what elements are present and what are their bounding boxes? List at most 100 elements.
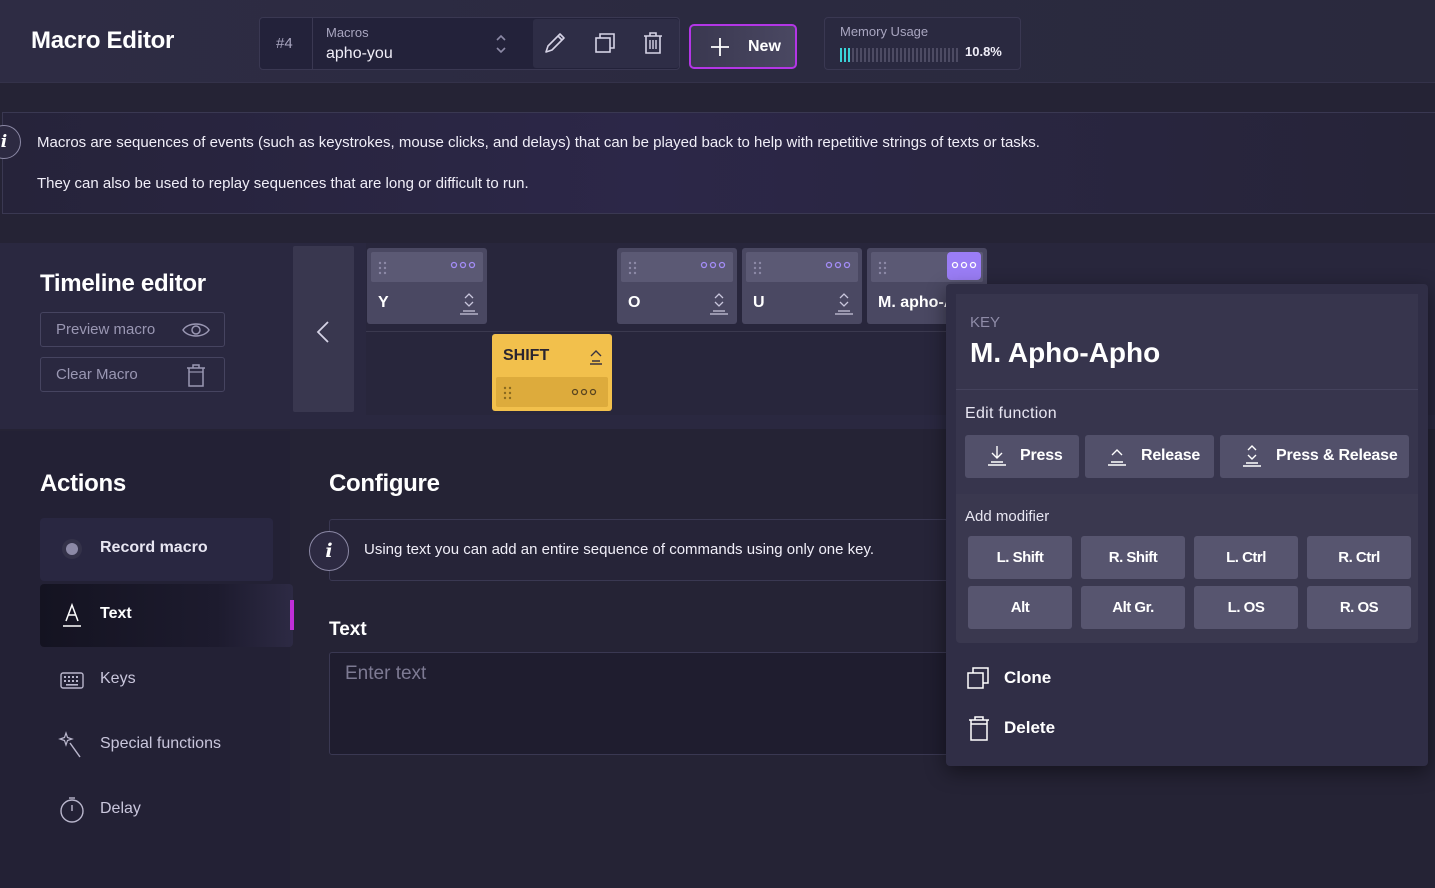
action-delay[interactable]: Delay (40, 779, 273, 842)
new-label: New (748, 38, 781, 55)
info-text-2: They can also be used to replay sequence… (37, 175, 529, 192)
clone-label: Clone (1004, 668, 1052, 687)
divider (312, 18, 313, 69)
more-options-icon[interactable] (825, 261, 851, 269)
release-button[interactable]: Release (1085, 435, 1214, 478)
modifier-l-ctrl[interactable]: L. Ctrl (1194, 536, 1298, 579)
macro-toolbar (533, 19, 679, 68)
modifier-r-ctrl[interactable]: R. Ctrl (1307, 536, 1411, 579)
memory-bar-segment (948, 48, 950, 62)
memory-bar-segment (924, 48, 926, 62)
timeline-back-button[interactable] (293, 246, 354, 412)
memory-bar-segment (912, 48, 914, 62)
timer-icon (60, 797, 84, 823)
memory-bar-segment (956, 48, 958, 62)
more-options-icon[interactable] (700, 261, 726, 269)
action-label: Delay (100, 800, 141, 817)
modifier-card-label: SHIFT (503, 347, 550, 364)
popover-header: KEY M. Apho-Apho (956, 294, 1418, 390)
modifier-alt-gr[interactable]: Alt Gr. (1081, 586, 1185, 629)
memory-usage: Memory Usage 10.8% (824, 17, 1021, 70)
key-card-label: Y (378, 294, 389, 311)
more-options-icon[interactable] (450, 261, 476, 269)
clear-label: Clear Macro (56, 366, 138, 383)
key-options-popover: KEY M. Apho-Apho Edit function Press Rel… (946, 284, 1428, 766)
action-record-macro[interactable]: Record macro (40, 518, 273, 581)
modifier-card-shift[interactable]: SHIFT (492, 334, 612, 411)
edit-function-title: Edit function (965, 405, 1057, 422)
memory-bar-segment (884, 48, 886, 62)
plus-icon (711, 38, 729, 56)
actions-panel: Actions Record macro Text Keys Special f… (0, 431, 293, 888)
delete-button[interactable]: Delete (966, 711, 1166, 745)
trash-icon[interactable] (639, 29, 667, 57)
clone-button[interactable]: Clone (966, 661, 1166, 695)
press-release-label: Press & Release (1276, 447, 1398, 464)
edit-function-section: Edit function Press Release Press & Rele… (956, 390, 1418, 494)
memory-bar-segment (848, 48, 850, 62)
drag-handle-icon[interactable] (503, 386, 513, 400)
drag-handle-icon[interactable] (378, 261, 388, 275)
modifier-alt[interactable]: Alt (968, 586, 1072, 629)
action-label: Text (100, 605, 132, 622)
modifier-r-os[interactable]: R. OS (1307, 586, 1411, 629)
press-release-icon (835, 293, 853, 315)
keyboard-icon (60, 672, 84, 689)
release-label: Release (1141, 447, 1201, 464)
memory-bar-segment (944, 48, 946, 62)
app-title: Macro Editor (31, 27, 175, 54)
drag-handle-icon[interactable] (753, 261, 763, 275)
press-release-icon (460, 293, 478, 315)
memory-bar-segment (904, 48, 906, 62)
more-options-icon[interactable] (951, 261, 977, 269)
action-text[interactable]: Text (40, 584, 293, 647)
more-options-icon[interactable] (571, 388, 597, 396)
new-macro-button[interactable]: New (689, 24, 797, 69)
key-card-label: U (753, 294, 765, 311)
press-release-button[interactable]: Press & Release (1220, 435, 1409, 478)
drag-handle-icon[interactable] (628, 261, 638, 275)
macro-selector[interactable]: #4 Macros apho-you (259, 17, 680, 70)
drag-handle-icon[interactable] (878, 261, 888, 275)
action-special-functions[interactable]: Special functions (40, 714, 273, 777)
modifier-r-shift[interactable]: R. Shift (1081, 536, 1185, 579)
key-card-u[interactable]: U (742, 248, 862, 324)
configure-info-text: Using text you can add an entire sequenc… (364, 541, 875, 558)
memory-bar-segment (880, 48, 882, 62)
memory-bar-segment (896, 48, 898, 62)
duplicate-icon[interactable] (591, 29, 619, 57)
macro-caption: Macros (326, 25, 369, 40)
clear-macro-button[interactable]: Clear Macro (40, 357, 225, 392)
actions-title: Actions (40, 470, 126, 497)
press-release-icon (710, 293, 728, 315)
key-card-o[interactable]: O (617, 248, 737, 324)
action-label: Special functions (100, 735, 221, 752)
action-label: Keys (100, 670, 136, 687)
trash-icon (969, 716, 989, 741)
key-card-y[interactable]: Y (367, 248, 487, 324)
action-keys[interactable]: Keys (40, 649, 273, 712)
memory-bar-segment (920, 48, 922, 62)
memory-bar-segment (856, 48, 858, 62)
eye-icon (182, 323, 210, 337)
modifier-l-os[interactable]: L. OS (1194, 586, 1298, 629)
pencil-icon[interactable] (541, 29, 569, 57)
delete-label: Delete (1004, 718, 1056, 737)
macro-name[interactable]: apho-you (326, 45, 393, 63)
memory-bar-segment (860, 48, 862, 62)
memory-bar-segment (936, 48, 938, 62)
chevron-updown-icon[interactable] (495, 32, 507, 56)
action-label: Record macro (100, 539, 208, 556)
text-input[interactable] (329, 652, 979, 755)
memory-bar-segment (908, 48, 910, 62)
preview-macro-button[interactable]: Preview macro (40, 312, 225, 347)
popover-kind: KEY (970, 314, 1001, 331)
modifier-l-shift[interactable]: L. Shift (968, 536, 1072, 579)
memory-bar-segment (844, 48, 846, 62)
configure-info: i Using text you can add an entire seque… (309, 519, 979, 581)
info-banner: i Macros are sequences of events (such a… (0, 112, 1435, 214)
press-button[interactable]: Press (965, 435, 1079, 478)
memory-caption: Memory Usage (840, 24, 929, 39)
memory-bar-segment (940, 48, 942, 62)
macro-number: #4 (276, 35, 293, 52)
